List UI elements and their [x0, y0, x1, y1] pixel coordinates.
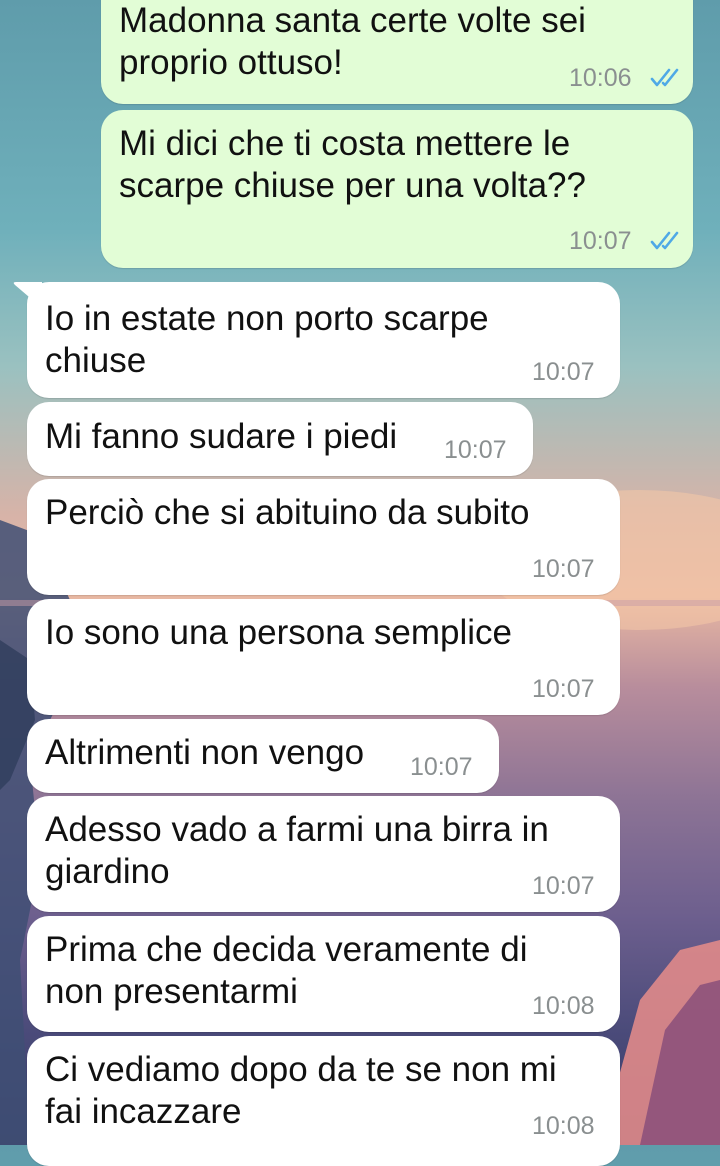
message-text: Io sono una persona semplice — [45, 613, 512, 652]
message-text: Ci vediamo dopo da te se non mi fai inca… — [45, 1050, 557, 1131]
incoming-message-bubble[interactable]: Altrimenti non vengo 10:07 — [27, 719, 499, 793]
incoming-message-bubble[interactable]: Adesso vado a farmi una birra in giardin… — [27, 796, 620, 912]
message-timestamp: 10:07 — [532, 555, 595, 583]
message-text: Mi fanno sudare i piedi — [45, 417, 398, 456]
incoming-message-bubble[interactable]: Ci vediamo dopo da te se non mi fai inca… — [27, 1036, 620, 1166]
message-timestamp: 10:07 — [532, 358, 595, 386]
message-timestamp: 10:08 — [532, 1112, 595, 1140]
message-timestamp: 10:07 — [569, 227, 632, 255]
outgoing-message-bubble[interactable]: Madonna santa certe volte sei proprio ot… — [101, 0, 693, 104]
message-text: Altrimenti non vengo — [45, 733, 365, 772]
message-text: Io in estate non porto scarpe chiuse — [45, 299, 489, 380]
message-timestamp: 10:07 — [410, 753, 473, 781]
message-timestamp: 10:08 — [532, 992, 595, 1020]
incoming-message-bubble[interactable]: Io in estate non porto scarpe chiuse 10:… — [27, 282, 620, 398]
message-text: Mi dici che ti costa mettere le scarpe c… — [119, 124, 586, 205]
incoming-message-bubble[interactable]: Io sono una persona semplice 10:07 — [27, 599, 620, 715]
message-timestamp: 10:07 — [532, 675, 595, 703]
message-text: Perciò che si abituino da subito — [45, 493, 530, 532]
outgoing-message-bubble[interactable]: Mi dici che ti costa mettere le scarpe c… — [101, 110, 693, 268]
message-list[interactable]: Madonna santa certe volte sei proprio ot… — [0, 0, 720, 1166]
message-text: Madonna santa certe volte sei proprio ot… — [119, 1, 586, 82]
message-timestamp: 10:07 — [532, 872, 595, 900]
message-text: Prima che decida veramente di non presen… — [45, 930, 528, 1011]
incoming-message-bubble[interactable]: Perciò che si abituino da subito 10:07 — [27, 479, 620, 595]
incoming-message-bubble[interactable]: Mi fanno sudare i piedi 10:07 — [27, 402, 533, 476]
read-receipt-icon — [650, 68, 679, 87]
message-timestamp: 10:07 — [444, 436, 507, 464]
message-text: Adesso vado a farmi una birra in giardin… — [45, 810, 549, 891]
message-timestamp: 10:06 — [569, 64, 632, 92]
bubble-tail — [13, 282, 42, 308]
incoming-message-bubble[interactable]: Prima che decida veramente di non presen… — [27, 916, 620, 1032]
read-receipt-icon — [650, 231, 679, 250]
